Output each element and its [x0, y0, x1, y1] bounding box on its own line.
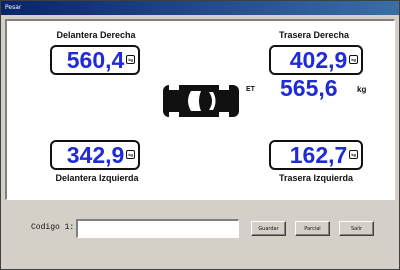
rear-left-weight-value: 162,7 [289, 141, 348, 168]
code-input[interactable] [76, 219, 239, 238]
rear-left-weight-box: 162,7 kg [269, 140, 363, 170]
front-left-weight-value: 342,9 [66, 141, 125, 168]
partial-button[interactable]: Parcial [295, 221, 330, 236]
front-right-label: Delantera Derecha [56, 30, 136, 40]
rear-right-weight-value: 402,9 [289, 46, 348, 73]
total-label: ET [246, 86, 255, 93]
front-left-unit: kg [126, 149, 135, 159]
exit-button[interactable]: Salir [339, 221, 374, 236]
total-weight-value: 565,6 [280, 75, 338, 101]
rear-right-label: Trasera Derecha [278, 30, 350, 40]
front-right-weight-box: 560,4 kg [50, 45, 140, 75]
rear-left-unit: kg [349, 149, 358, 159]
rear-right-weight-box: 402,9 kg [269, 45, 363, 75]
rear-right-unit: kg [349, 54, 358, 64]
car-top-view-icon [163, 85, 239, 117]
window-title: Pesar [1, 1, 399, 15]
front-right-unit: kg [126, 54, 135, 64]
code-label: Codigo 1: [31, 223, 75, 232]
save-button[interactable]: Guardar [251, 221, 286, 236]
front-left-label: Delantera Izquierda [55, 173, 139, 183]
front-left-weight-box: 342,9 kg [50, 140, 140, 170]
front-right-weight-value: 560,4 [66, 46, 125, 73]
total-unit: kg [357, 85, 367, 94]
weighing-window: Pesar Delantera Derecha 560,4 kg Trasera… [0, 0, 400, 270]
rear-left-label: Trasera Izquierda [278, 173, 354, 183]
